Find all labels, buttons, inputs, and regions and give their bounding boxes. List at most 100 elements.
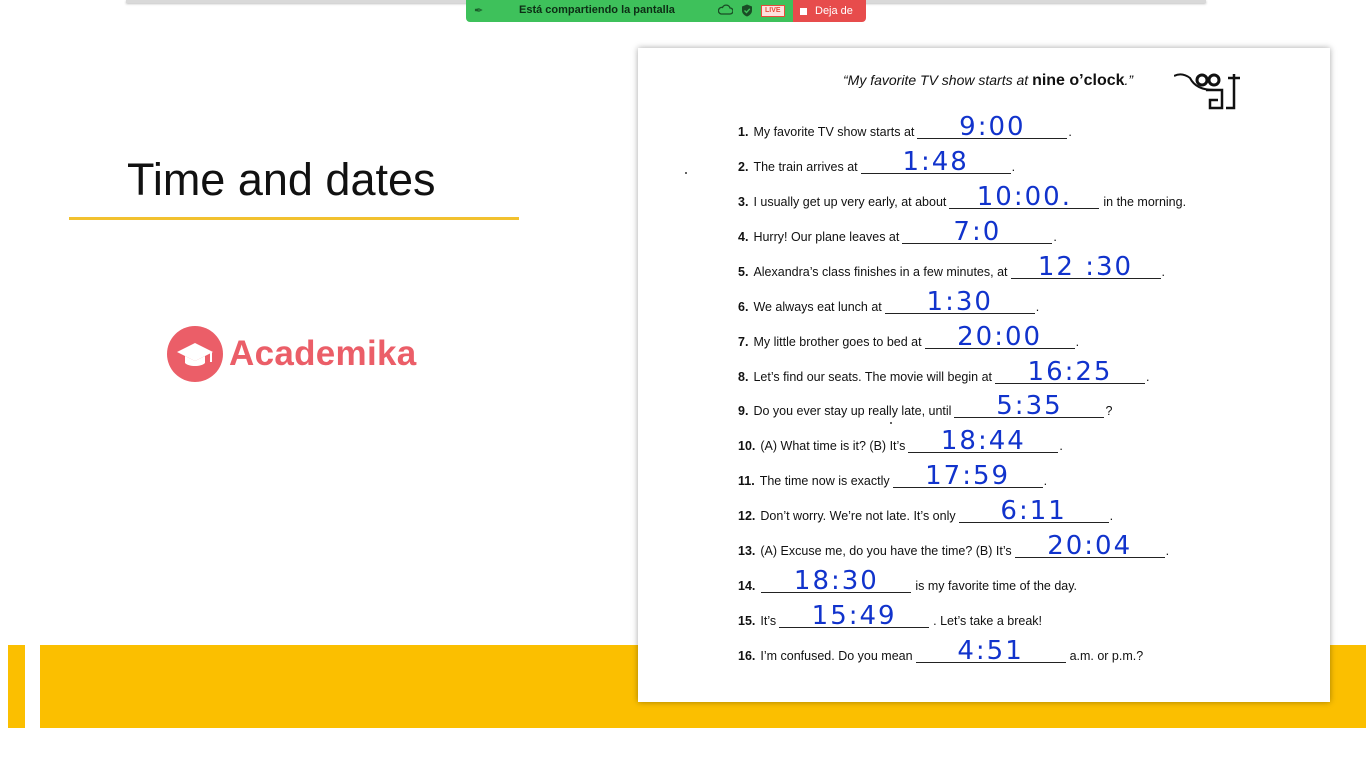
answer-blank: 20:04 bbox=[1014, 533, 1165, 559]
exercise-number: 1. bbox=[738, 125, 749, 139]
stop-icon bbox=[800, 7, 807, 15]
exercise-text-after: a.m. or p.m.? bbox=[1069, 649, 1144, 663]
answer-blank: 4:51 bbox=[915, 638, 1066, 664]
exercise-number: 14. bbox=[738, 579, 756, 593]
exercise-number: 4. bbox=[738, 230, 749, 244]
handwritten-answer: 16:25 bbox=[1027, 357, 1113, 387]
handwritten-answer: 17:59 bbox=[925, 461, 1011, 491]
exercise-text-before: (A) What time is it? (B) It’s bbox=[760, 439, 906, 453]
answer-blank: 5:35 bbox=[954, 393, 1105, 419]
exercise-number: 12. bbox=[738, 509, 756, 523]
exercise-text-before: It’s bbox=[760, 614, 777, 628]
exercise-text-after: . Let’s take a break! bbox=[933, 614, 1043, 628]
exercise-number: 3. bbox=[738, 195, 749, 209]
logo-wordmark: Academika bbox=[229, 334, 417, 373]
exercise-number: 2. bbox=[738, 160, 749, 174]
handwritten-answer: 6:11 bbox=[1000, 496, 1067, 526]
academika-logo: Academika bbox=[167, 326, 417, 382]
exercise-text-before: I’m confused. Do you mean bbox=[760, 649, 913, 663]
exercise-text-before: My favorite TV show starts at bbox=[753, 125, 915, 139]
stop-share-button[interactable]: Deja de bbox=[793, 0, 866, 22]
exercise-text-before: Let’s find our seats. The movie will beg… bbox=[753, 370, 992, 384]
exercise-text-after: . bbox=[1161, 265, 1165, 279]
screen-share-bar: ✒ Está compartiendo la pantalla LIVE Dej… bbox=[466, 0, 866, 22]
exercise-item: 2. The train arrives at 1:48. bbox=[738, 149, 1015, 175]
stray-mark bbox=[685, 172, 687, 174]
exercise-text-after: ? bbox=[1105, 404, 1113, 418]
slide-title: Time and dates bbox=[127, 154, 436, 205]
exercise-number: 9. bbox=[738, 404, 749, 418]
answer-blank: 6:11 bbox=[958, 498, 1109, 524]
exercise-number: 8. bbox=[738, 370, 749, 384]
exercise-text-after: . bbox=[1075, 335, 1080, 349]
exercise-item: 7. My little brother goes to bed at 20:00. bbox=[738, 324, 1080, 350]
exercise-text-after: . bbox=[1035, 300, 1040, 314]
graduation-cap-icon bbox=[167, 326, 223, 382]
exercise-text-after: . bbox=[1109, 509, 1114, 523]
answer-blank: 15:49 bbox=[779, 603, 930, 629]
exercise-item: 6. We always eat lunch at 1:30. bbox=[738, 289, 1040, 315]
exercise-text-before: Do you ever stay up really late, until bbox=[753, 404, 952, 418]
exercise-item: 4. Hurry! Our plane leaves at 7:0. bbox=[738, 219, 1057, 245]
exercise-text-before: Don’t worry. We’re not late. It’s only bbox=[760, 509, 956, 523]
answer-blank: 18:30 bbox=[761, 568, 912, 594]
handwritten-answer: 1:48 bbox=[902, 147, 969, 177]
cloud-icon[interactable] bbox=[718, 4, 733, 16]
handwritten-answer: 4:51 bbox=[957, 636, 1024, 666]
exercise-text-before: Alexandra’s class finishes in a few minu… bbox=[753, 265, 1008, 279]
exercise-item: 8. Let’s find our seats. The movie will b… bbox=[738, 359, 1150, 385]
exercise-text-after: is my favorite time of the day. bbox=[915, 579, 1078, 593]
exercise-text-before: I usually get up very early, at about bbox=[753, 195, 947, 209]
answer-blank: 9:00 bbox=[917, 114, 1068, 140]
exercise-item: 1. My favorite TV show starts at 9:00. bbox=[738, 114, 1072, 140]
share-status-panel: ✒ Está compartiendo la pantalla LIVE bbox=[466, 0, 793, 22]
handwritten-answer: 18:30 bbox=[793, 566, 879, 596]
exercise-item: 16. I’m confused. Do you mean 4:51 a.m. or … bbox=[738, 638, 1144, 664]
exercise-number: 13. bbox=[738, 544, 756, 558]
handwritten-answer: 7:0 bbox=[953, 217, 1002, 247]
answer-blank: 18:44 bbox=[908, 428, 1059, 454]
answer-blank: 1:30 bbox=[884, 289, 1035, 315]
handwritten-answer: 20:04 bbox=[1047, 531, 1133, 561]
exercise-item: 10. (A) What time is it? (B) It’s 18:44. bbox=[738, 428, 1063, 454]
handwritten-answer: 20:00 bbox=[957, 322, 1043, 352]
answer-blank: 7:0 bbox=[902, 219, 1053, 245]
pin-icon[interactable]: ✒ bbox=[474, 4, 483, 17]
stop-share-label: Deja de bbox=[815, 5, 853, 17]
exercise-number: 5. bbox=[738, 265, 749, 279]
share-status-label: Está compartiendo la pantalla bbox=[519, 4, 675, 16]
worksheet-example-quote: “My favorite TV show starts at nine o’cl… bbox=[843, 72, 1134, 89]
answer-blank: 10:00. bbox=[949, 184, 1100, 210]
exercise-text-after: . bbox=[1146, 370, 1150, 384]
exercise-item: 12. Don’t worry. We’re not late. It’s onl… bbox=[738, 498, 1114, 524]
exercise-item: 5. Alexandra’s class finishes in a few mi… bbox=[738, 254, 1165, 280]
answer-blank: 17:59 bbox=[892, 463, 1043, 489]
exercise-item: 15. It’s 15:49 . Let’s take a break! bbox=[738, 603, 1043, 629]
exercise-number: 11. bbox=[738, 474, 755, 488]
exercise-text-after: in the morning. bbox=[1103, 195, 1187, 209]
exercise-number: 16. bbox=[738, 649, 756, 663]
handwritten-answer: 18:44 bbox=[940, 426, 1026, 456]
exercise-text-after: . bbox=[1068, 125, 1072, 139]
handwritten-answer: 9:00 bbox=[959, 112, 1026, 142]
live-badge[interactable]: LIVE bbox=[761, 5, 785, 17]
handwritten-answer: 10:00. bbox=[976, 182, 1072, 212]
exercise-text-before: My little brother goes to bed at bbox=[753, 335, 922, 349]
answer-blank: 16:25 bbox=[995, 359, 1145, 385]
stray-mark bbox=[890, 422, 892, 424]
answer-blank: 20:00 bbox=[924, 324, 1075, 350]
exercise-text-before: (A) Excuse me, do you have the time? (B)… bbox=[760, 544, 1012, 558]
exercise-text-before: We always eat lunch at bbox=[753, 300, 882, 314]
exercise-number: 10. bbox=[738, 439, 756, 453]
exercise-number: 7. bbox=[738, 335, 749, 349]
exercise-text-after: . bbox=[1053, 230, 1057, 244]
handwritten-answer: 12 :30 bbox=[1037, 252, 1134, 282]
exercise-item: 14. 18:30 is my favorite time of the day. bbox=[738, 568, 1078, 594]
title-underline bbox=[69, 217, 519, 220]
exercise-text-after: . bbox=[1043, 474, 1048, 488]
handwritten-answer: 5:35 bbox=[996, 391, 1063, 421]
answer-blank: 1:48 bbox=[860, 149, 1011, 175]
shield-check-icon[interactable] bbox=[741, 4, 753, 17]
accent-stripe bbox=[8, 645, 25, 728]
exercise-item: 3. I usually get up very early, at about 1… bbox=[738, 184, 1187, 210]
